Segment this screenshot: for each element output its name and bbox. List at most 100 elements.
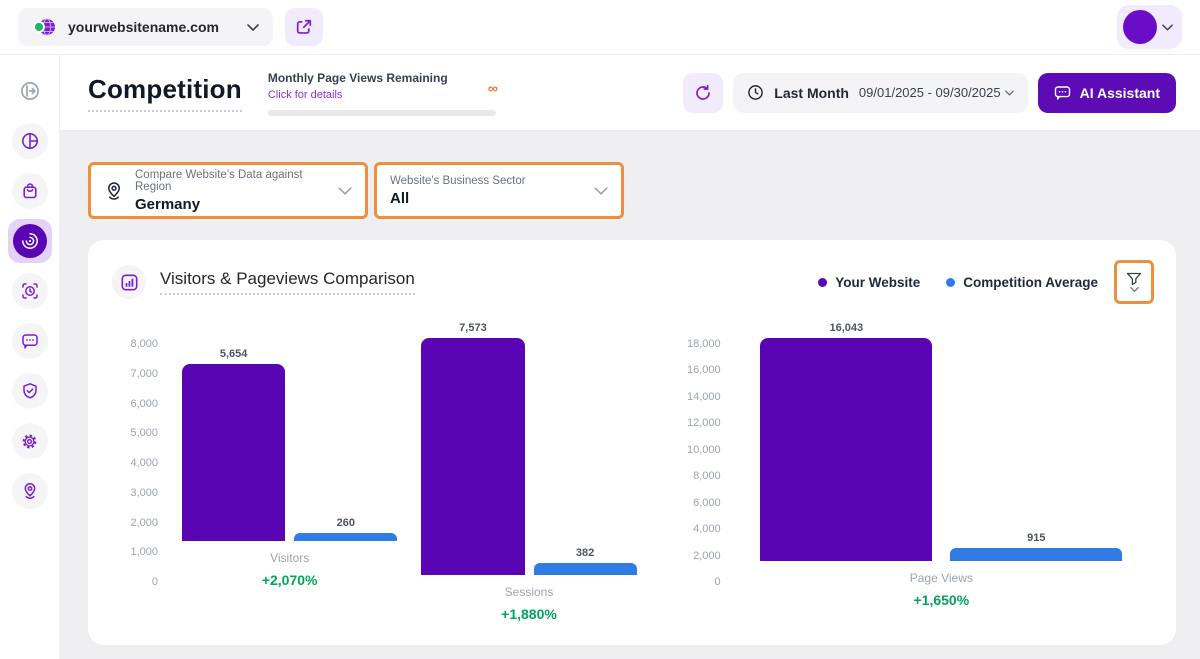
funnel-icon bbox=[1126, 272, 1142, 286]
sidebar-item-feedback[interactable] bbox=[12, 323, 48, 359]
sidebar bbox=[0, 55, 60, 659]
sidebar-collapse-button[interactable] bbox=[12, 73, 48, 109]
legend-item-your-website[interactable]: Your Website bbox=[818, 275, 920, 290]
location-pin-icon bbox=[21, 482, 39, 500]
bar-competition-average bbox=[294, 533, 397, 541]
category-label: Visitors bbox=[270, 551, 309, 565]
sidebar-item-realtime[interactable] bbox=[12, 273, 48, 309]
y-axis-tick: 1,000 bbox=[130, 546, 158, 558]
bar-your-website bbox=[182, 364, 285, 541]
date-range-picker[interactable]: Last Month 09/01/2025 - 09/30/2025 bbox=[733, 73, 1027, 113]
bar-slot: 16,043 bbox=[760, 338, 932, 561]
page-header: Competition Monthly Page Views Remaining… bbox=[60, 55, 1200, 131]
y-axis-tick: 7,000 bbox=[130, 368, 158, 380]
bar-competition-average bbox=[950, 548, 1122, 561]
y-axis: 18,00016,00014,00012,00010,0008,0006,000… bbox=[679, 338, 733, 588]
user-menu[interactable] bbox=[1117, 5, 1182, 49]
ai-assistant-button[interactable]: AI Assistant bbox=[1038, 73, 1176, 113]
pie-chart-icon bbox=[21, 132, 39, 150]
y-axis-tick: 14,000 bbox=[687, 391, 721, 403]
date-preset-label: Last Month bbox=[774, 85, 849, 101]
region-filter-label: Compare Website's Data against Region bbox=[135, 169, 327, 193]
shopping-bag-icon bbox=[21, 182, 39, 200]
sidebar-item-competition-active bbox=[13, 224, 47, 258]
open-website-button[interactable] bbox=[285, 8, 323, 46]
sidebar-item-privacy[interactable] bbox=[12, 373, 48, 409]
y-axis-tick: 6,000 bbox=[130, 398, 158, 410]
refresh-icon bbox=[694, 84, 712, 102]
y-axis-tick: 0 bbox=[715, 576, 721, 588]
click-for-details-link[interactable]: Click for details bbox=[268, 89, 343, 101]
chart-group: 8,0007,0006,0005,0004,0003,0002,0001,000… bbox=[116, 338, 649, 588]
chevron-down-icon bbox=[1162, 24, 1173, 31]
main-area: Competition Monthly Page Views Remaining… bbox=[60, 55, 1200, 659]
refresh-button[interactable] bbox=[683, 73, 723, 113]
chart-area: 8,0007,0006,0005,0004,0003,0002,0001,000… bbox=[112, 338, 1154, 588]
bar-value-label: 382 bbox=[513, 547, 657, 559]
chat-icon bbox=[21, 332, 39, 350]
chart-legend: Your Website Competition Average bbox=[818, 275, 1098, 290]
sidebar-item-settings[interactable] bbox=[12, 423, 48, 459]
plot-area: 16,043915Page Views+1,650% bbox=[733, 338, 1150, 588]
category-sessions: 7,573382Sessions+1,880% bbox=[409, 338, 648, 588]
external-link-icon bbox=[296, 19, 312, 35]
header-controls: Last Month 09/01/2025 - 09/30/2025 bbox=[683, 73, 1176, 113]
category-label: Sessions bbox=[505, 585, 554, 599]
clock-icon bbox=[747, 84, 764, 101]
y-axis-tick: 8,000 bbox=[693, 470, 721, 482]
avatar bbox=[1123, 10, 1157, 44]
page-title: Competition bbox=[88, 74, 242, 112]
sidebar-item-competition[interactable] bbox=[8, 219, 52, 263]
bar-value-label: 16,043 bbox=[726, 322, 967, 334]
bar-chart-icon bbox=[112, 265, 146, 299]
scan-clock-icon bbox=[21, 282, 39, 300]
y-axis-tick: 18,000 bbox=[687, 338, 721, 350]
chart-filter-button[interactable] bbox=[1114, 260, 1154, 304]
chart-card-header: Visitors & Pageviews Comparison Your Web… bbox=[112, 260, 1154, 304]
legend-dot-icon bbox=[818, 278, 827, 287]
y-axis: 8,0007,0006,0005,0004,0003,0002,0001,000… bbox=[116, 338, 170, 588]
comparison-chart-card: Visitors & Pageviews Comparison Your Web… bbox=[88, 240, 1176, 645]
sidebar-item-geolocation[interactable] bbox=[12, 473, 48, 509]
bar-slot: 5,654 bbox=[182, 338, 285, 541]
pageviews-progress-bar bbox=[268, 110, 496, 116]
chevron-down-icon bbox=[247, 24, 259, 31]
sector-filter-label: Website's Business Sector bbox=[390, 175, 526, 187]
bar-slot: 260 bbox=[294, 338, 397, 541]
y-axis-tick: 10,000 bbox=[687, 444, 721, 456]
bar-slot: 915 bbox=[950, 338, 1122, 561]
chat-bubble-icon bbox=[1054, 85, 1071, 101]
bar-your-website bbox=[421, 338, 524, 575]
chevron-down-icon bbox=[594, 187, 608, 195]
sidebar-item-dashboard[interactable] bbox=[12, 123, 48, 159]
y-axis-tick: 4,000 bbox=[130, 457, 158, 469]
category-change-percent: +1,650% bbox=[913, 592, 969, 608]
category-visitors: 5,654260Visitors+2,070% bbox=[170, 338, 409, 588]
globe-favicon-icon bbox=[32, 16, 58, 38]
website-selector[interactable]: yourwebsitename.com bbox=[18, 8, 273, 46]
bar-competition-average bbox=[534, 563, 637, 575]
region-filter-dropdown[interactable]: Compare Website's Data against Region Ge… bbox=[88, 162, 368, 219]
chevron-down-icon bbox=[1005, 90, 1014, 96]
y-axis-tick: 8,000 bbox=[130, 338, 158, 350]
sector-filter-dropdown[interactable]: Website's Business Sector All bbox=[374, 162, 624, 219]
shield-check-icon bbox=[21, 382, 39, 400]
legend-item-competition-average[interactable]: Competition Average bbox=[946, 275, 1098, 290]
content: Compare Website's Data against Region Ge… bbox=[60, 131, 1200, 645]
bar-pair: 7,573382 bbox=[409, 338, 648, 575]
legend-dot-icon bbox=[946, 278, 955, 287]
date-range-value: 09/01/2025 - 09/30/2025 bbox=[859, 85, 1001, 100]
chevron-down-icon bbox=[338, 187, 352, 195]
category-label: Page Views bbox=[910, 571, 973, 585]
bar-pair: 16,043915 bbox=[733, 338, 1150, 561]
category-change-percent: +1,880% bbox=[501, 606, 557, 622]
sector-filter-value: All bbox=[390, 190, 526, 207]
y-axis-tick: 3,000 bbox=[130, 487, 158, 499]
bar-value-label: 5,654 bbox=[161, 348, 305, 360]
plot-area: 5,654260Visitors+2,070%7,573382Sessions+… bbox=[170, 338, 649, 588]
bar-slot: 382 bbox=[534, 338, 637, 575]
sidebar-item-ecommerce[interactable] bbox=[12, 173, 48, 209]
bar-your-website bbox=[760, 338, 932, 561]
location-pin-icon bbox=[104, 181, 124, 201]
legend-label: Your Website bbox=[835, 275, 920, 290]
